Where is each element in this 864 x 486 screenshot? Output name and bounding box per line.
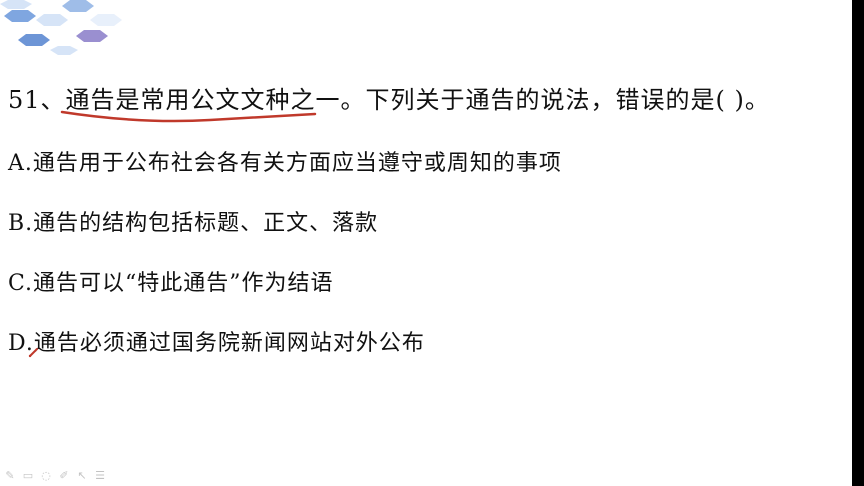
option-b: B.通告的结构包括标题、正文、落款 — [8, 211, 379, 236]
red-underline-annotation — [60, 110, 317, 123]
annotation-toolbar: ✎ ▭ ◌ ✐ ↖ ☰ — [4, 470, 106, 482]
option-c: C.通告可以“特此通告”作为结语 — [8, 271, 334, 296]
hex-shape — [4, 10, 36, 22]
slide-canvas: 51、通告是常用公文文种之一。下列关于通告的说法，错误的是( )。 A.通告用于… — [0, 0, 864, 486]
option-a: A.通告用于公布社会各有关方面应当遵守或周知的事项 — [8, 151, 562, 176]
hex-shape — [0, 0, 32, 9]
hex-shape — [50, 46, 78, 55]
hex-shape — [18, 34, 50, 46]
hex-shape — [36, 14, 68, 26]
hexagon-decoration — [0, 0, 122, 55]
menu-icon[interactable]: ☰ — [94, 470, 106, 482]
option-d: D.通告必须通过国务院新闻网站对外公布 — [8, 331, 425, 356]
pointer-icon[interactable]: ↖ — [76, 470, 88, 482]
rectangle-icon[interactable]: ▭ — [22, 470, 34, 482]
highlighter-icon[interactable]: ✐ — [58, 470, 70, 482]
hex-shape — [90, 14, 122, 26]
pen-cursor-icon — [28, 348, 38, 358]
hex-shape — [62, 0, 94, 12]
pen-icon[interactable]: ✎ — [4, 470, 16, 482]
eraser-icon[interactable]: ◌ — [40, 470, 52, 482]
hex-shape — [76, 30, 108, 42]
right-edge-bar — [852, 0, 864, 486]
